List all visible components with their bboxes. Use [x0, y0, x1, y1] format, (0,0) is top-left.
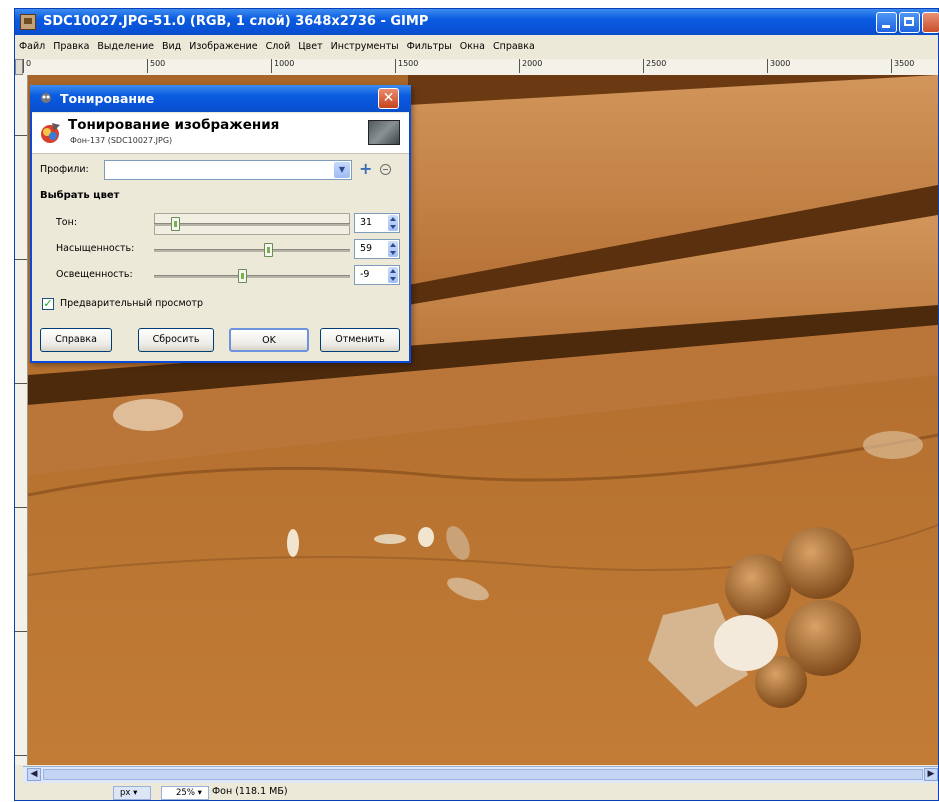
window-titlebar[interactable]: SDC10027.JPG-51.0 (RGB, 1 слой) 3648x273… [15, 9, 939, 35]
menu-help[interactable]: Справка [489, 37, 539, 52]
hue-slider-handle[interactable] [171, 217, 180, 231]
image-thumbnail-icon [20, 14, 36, 30]
lightness-value: -9 [360, 269, 370, 280]
hue-value: 31 [360, 217, 373, 228]
saturation-slider-handle[interactable] [264, 243, 273, 257]
saturation-spinbutton[interactable]: 59 [354, 239, 400, 259]
menu-select[interactable]: Выделение [93, 37, 158, 52]
add-profile-icon[interactable]: + [359, 160, 372, 178]
profile-menu-icon[interactable] [380, 164, 391, 175]
preview-label: Предварительный просмотр [60, 298, 203, 309]
saturation-slider[interactable] [154, 243, 350, 257]
menu-bar: Файл Правка Выделение Вид Изображение Слой Цве… [15, 37, 938, 57]
menu-windows[interactable]: Окна [456, 37, 489, 52]
dialog-close-button[interactable]: ✕ [378, 88, 399, 109]
menu-filters[interactable]: Фильтры [403, 37, 456, 52]
close-window-button[interactable] [922, 12, 939, 33]
ruler-tick: 3500 [891, 59, 914, 73]
horizontal-ruler[interactable]: 0 500 1000 1500 2000 2500 3000 3500 [23, 59, 938, 76]
hue-label: Тон: [56, 217, 78, 228]
ruler-tick: 0 [23, 59, 31, 73]
ruler-tick [15, 631, 27, 632]
hue-spinbutton[interactable]: 31 [354, 213, 400, 233]
window-title: SDC10027.JPG-51.0 (RGB, 1 слой) 3648x273… [43, 14, 429, 29]
ruler-tick: 1000 [271, 59, 294, 73]
lightness-label: Освещенность: [56, 269, 133, 280]
section-select-color: Выбрать цвет [40, 190, 120, 201]
scroll-thumb[interactable] [43, 769, 923, 780]
vertical-ruler[interactable] [15, 75, 28, 765]
reset-button[interactable]: Сбросить [138, 328, 214, 352]
status-message: Фон (118.1 МБ) [212, 786, 288, 797]
menu-edit[interactable]: Правка [49, 37, 93, 52]
spin-arrows-icon[interactable] [388, 241, 398, 257]
ruler-tick [15, 507, 27, 508]
profiles-label: Профили: [40, 164, 89, 175]
dialog-header: Тонирование изображения Фон-137 (SDC1002… [32, 113, 409, 154]
spin-arrows-icon[interactable] [388, 267, 398, 283]
minimize-button[interactable] [876, 12, 897, 33]
dialog-title: Тонирование [60, 91, 155, 106]
menu-image[interactable]: Изображение [185, 37, 261, 52]
menu-colors[interactable]: Цвет [294, 37, 326, 52]
colorize-tool-icon [41, 123, 60, 143]
unit-value: px [120, 788, 131, 798]
dialog-header-subtitle: Фон-137 (SDC10027.JPG) [70, 136, 173, 145]
cancel-button[interactable]: Отменить [320, 328, 400, 352]
zoom-select[interactable]: 25% ▾ [161, 786, 209, 800]
horizontal-scrollbar[interactable]: ◀ ▶ [23, 766, 938, 783]
spin-arrows-icon[interactable] [388, 215, 398, 231]
unit-select[interactable]: px ▾ [113, 786, 151, 800]
hue-slider[interactable] [154, 213, 350, 235]
ruler-tick [15, 755, 27, 756]
gimp-dialog-icon [41, 93, 51, 103]
saturation-label: Насыщенность: [56, 243, 135, 254]
ruler-tick: 2500 [643, 59, 666, 73]
ruler-tick: 3000 [767, 59, 790, 73]
scroll-left-button[interactable]: ◀ [27, 768, 41, 781]
layer-preview-thumbnail [368, 120, 400, 145]
colorize-dialog: Тонирование ✕ Тонирование изображения Фо… [30, 85, 411, 363]
maximize-button[interactable] [899, 12, 920, 33]
ruler-tick [15, 383, 27, 384]
saturation-value: 59 [360, 243, 373, 254]
checkmark-icon: ✓ [43, 297, 53, 310]
help-button[interactable]: Справка [40, 328, 112, 352]
lightness-slider[interactable] [154, 269, 350, 283]
menu-tools[interactable]: Инструменты [327, 37, 403, 52]
chevron-down-icon[interactable]: ▼ [334, 162, 350, 178]
menu-view[interactable]: Вид [158, 37, 185, 52]
dialog-titlebar[interactable]: Тонирование ✕ [30, 85, 411, 112]
status-bar: px ▾ 25% ▾ Фон (118.1 МБ) [15, 783, 938, 802]
zoom-value: 25% [176, 788, 195, 798]
ruler-tick: 500 [147, 59, 165, 73]
ruler-tick [15, 259, 27, 260]
menu-layer[interactable]: Слой [262, 37, 295, 52]
ok-button[interactable]: OK [229, 328, 309, 352]
ruler-tick: 2000 [519, 59, 542, 73]
preview-checkbox[interactable]: ✓ [42, 298, 54, 310]
ruler-tick: 1500 [395, 59, 418, 73]
profiles-combobox[interactable]: ▼ [104, 160, 352, 180]
ruler-tick [15, 135, 27, 136]
lightness-spinbutton[interactable]: -9 [354, 265, 400, 285]
scroll-right-button[interactable]: ▶ [924, 768, 938, 781]
lightness-slider-handle[interactable] [238, 269, 247, 283]
menu-file[interactable]: Файл [15, 37, 49, 52]
dialog-header-title: Тонирование изображения [68, 117, 280, 133]
ruler-corner-button[interactable] [15, 59, 23, 75]
